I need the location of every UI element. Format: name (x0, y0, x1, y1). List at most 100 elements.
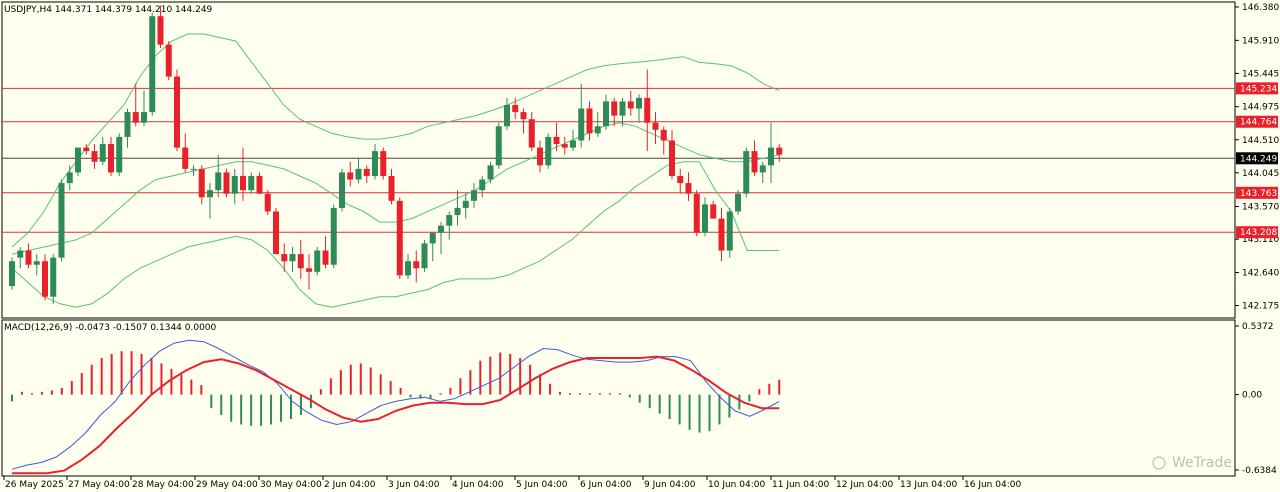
y-tick-label: 142.640 (1242, 269, 1279, 279)
y-tick-label: 142.175 (1242, 302, 1279, 312)
candle-body (462, 200, 469, 208)
bollinger-lower-line (11, 161, 780, 308)
candle-body (669, 140, 675, 176)
candle-body (240, 175, 246, 191)
candle-body (537, 147, 543, 166)
macd-title: MACD(12,26,9) -0.0473 -0.1507 0.1344 0.0… (4, 323, 217, 333)
candle-body (116, 136, 123, 173)
candle-body (438, 225, 444, 233)
y-tick-label: 144.045 (1242, 169, 1279, 179)
candle-body (718, 218, 725, 251)
x-tick-label: 30 May 04:00 (260, 480, 322, 490)
candle-body (380, 151, 387, 176)
candle-body (157, 16, 164, 45)
watermark-text: WeTrade (1172, 455, 1232, 471)
macd-line (11, 339, 780, 470)
candle-body (561, 144, 568, 148)
candle-body (223, 172, 230, 194)
candle-body (702, 204, 708, 233)
y-tick-label: 144.975 (1242, 103, 1279, 113)
candle-body (33, 261, 40, 265)
candle-body (627, 101, 634, 109)
candle-body (363, 168, 370, 176)
watermark-logo: WeTrade (1152, 455, 1232, 471)
y-tick-label: 145.445 (1242, 69, 1279, 79)
candle-body (619, 101, 626, 116)
candle-body (660, 129, 667, 141)
candle-body (677, 175, 684, 184)
candle-body (636, 97, 642, 109)
x-tick-label: 11 Jun 04:00 (772, 480, 829, 490)
level-label: 145.234 (1240, 84, 1277, 94)
candle-body (264, 193, 271, 212)
candle-body (545, 136, 552, 166)
candle-body (339, 172, 345, 208)
price-pane: 146.380 145.910 145.445 144.975 144.510 144.0… (1, 1, 1279, 319)
candle-body (306, 268, 312, 272)
candle-body (355, 168, 362, 180)
candle-body (693, 193, 700, 233)
candle-body (75, 147, 81, 173)
x-tick-label: 27 May 04:00 (68, 480, 130, 490)
x-tick-label: 9 Jun 04:00 (644, 480, 696, 490)
candle-body (91, 151, 98, 162)
candle-body (512, 104, 519, 113)
candle-body (330, 207, 337, 265)
candle-body (124, 112, 131, 137)
chart-canvas: 146.380 145.910 145.445 144.975 144.510 144.0… (1, 1, 1279, 490)
x-tick-label: 2 Jun 04:00 (324, 480, 376, 490)
macd-pane-frame (1, 319, 1236, 477)
y-tick-label: 146.380 (1242, 3, 1279, 13)
candle-body (570, 140, 576, 148)
candle-body (495, 126, 502, 166)
candle-body (165, 44, 172, 77)
current-price-label: 144.249 (1240, 154, 1277, 164)
candle-body (528, 119, 535, 148)
x-tick-label: 5 Jun 04:00 (516, 480, 568, 490)
candle-body (735, 193, 741, 212)
macd-y-tick-label: 0.5372 (1242, 322, 1274, 332)
candle-body (454, 207, 461, 216)
level-label: 143.763 (1240, 189, 1277, 199)
x-tick-label: 6 Jun 04:00 (580, 480, 632, 490)
candle-body (190, 168, 197, 170)
candle-body (25, 250, 32, 265)
candle-body (429, 232, 436, 244)
candle-body (248, 175, 255, 191)
candle-body (9, 261, 15, 287)
candle-body (297, 254, 304, 269)
y-tick-label: 145.910 (1242, 36, 1279, 46)
level-label: 144.764 (1240, 118, 1277, 128)
candle-body (487, 165, 494, 180)
candle-body (50, 257, 57, 297)
candle-body (132, 112, 139, 123)
x-tick-label: 10 Jun 04:00 (708, 480, 765, 490)
candle-body (685, 183, 692, 194)
candle-body (520, 112, 527, 120)
candle-body (273, 211, 279, 255)
candle-body (644, 97, 651, 123)
candle-body (471, 190, 477, 201)
macd-signal-line (12, 355, 780, 475)
candle-body (149, 16, 156, 113)
x-tick-label: 13 Jun 04:00 (900, 480, 957, 490)
macd-y-tick-label: -0.6384 (1242, 466, 1277, 476)
chart-title: USDJPY,H4 144.371 144.379 144.210 144.24… (4, 5, 213, 15)
candle-body (553, 136, 560, 145)
candle-body (66, 172, 73, 184)
candle-body (405, 261, 411, 276)
x-tick-label: 4 Jun 04:00 (452, 480, 504, 490)
candle-body (751, 151, 758, 173)
candle-body (58, 183, 65, 258)
candle-body (504, 104, 510, 127)
candle-body (174, 76, 180, 148)
y-tick-label: 144.510 (1242, 136, 1279, 146)
watermark-icon (1152, 456, 1166, 470)
macd-pane: 0.5372 0.00 -0.6384 (1, 319, 1277, 477)
candle-body (594, 126, 601, 134)
candle-body (347, 172, 354, 180)
macd-y-tick-label: 0.00 (1242, 391, 1262, 401)
y-tick-label: 143.570 (1242, 203, 1279, 213)
candle-body (182, 147, 189, 169)
candle-body (314, 250, 321, 272)
